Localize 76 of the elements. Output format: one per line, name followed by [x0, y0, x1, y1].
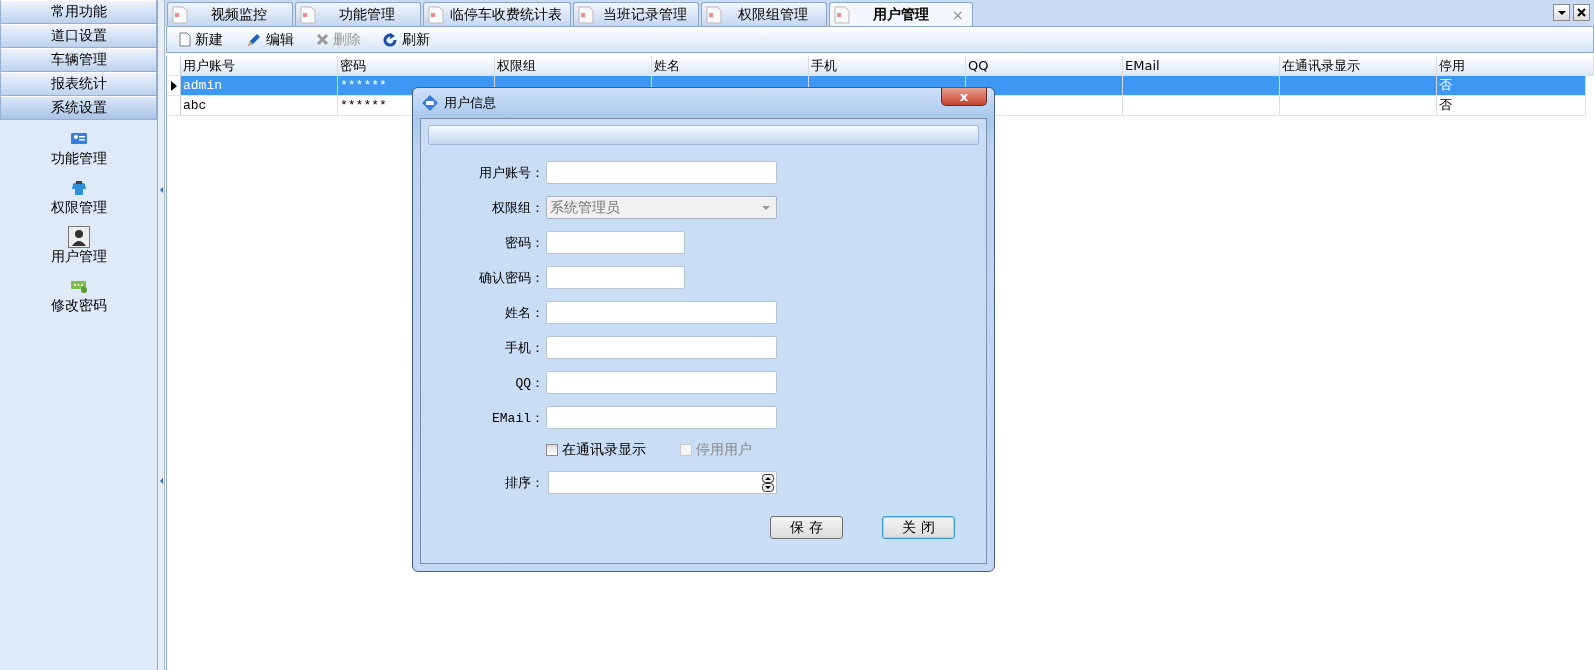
icon-frame[interactable] [67, 226, 90, 248]
table-cell: 否 [1437, 76, 1586, 95]
document-icon [179, 32, 191, 47]
field-label: 密码： [504, 234, 545, 252]
column-header[interactable]: 停用 [1437, 56, 1594, 75]
password-icon [69, 279, 88, 293]
column-header[interactable]: 姓名 [652, 56, 809, 75]
column-header[interactable]: EMail [1123, 56, 1280, 75]
text-field[interactable] [546, 371, 777, 394]
sidebar-item[interactable]: 权限管理 [50, 199, 107, 217]
column-header[interactable]: 手机 [809, 56, 966, 75]
tab[interactable]: 用户管理 × [829, 2, 973, 26]
tab[interactable]: 视频监控 [167, 2, 293, 26]
dialog-title: 用户信息 [444, 94, 496, 112]
sidebar-section[interactable]: 报表统计 [0, 72, 157, 96]
dialog-button[interactable]: 保 存 [770, 516, 843, 539]
dropdown-button[interactable] [1553, 4, 1570, 21]
tab[interactable]: 临停车收费统计表 [423, 2, 571, 26]
document-icon [834, 5, 850, 24]
text-field[interactable] [546, 301, 777, 324]
column-header[interactable]: 权限组 [495, 56, 652, 75]
toolbar-button[interactable]: 刷新 [383, 30, 430, 49]
document-icon [300, 5, 316, 24]
checkbox[interactable]: 在通讯录显示 [546, 441, 646, 459]
sidebar-item[interactable]: 用户管理 [50, 248, 107, 266]
document-icon [706, 5, 722, 24]
cross-icon [316, 33, 329, 46]
number-field[interactable] [548, 471, 777, 494]
sidebar-item[interactable]: 修改密码 [50, 297, 107, 315]
text-field[interactable] [546, 161, 777, 184]
text-field[interactable] [546, 406, 777, 429]
table-cell: abc [181, 96, 338, 115]
field-label: QQ： [514, 374, 545, 392]
toolbar-button[interactable]: 编辑 [245, 30, 294, 49]
row-header[interactable] [167, 76, 181, 95]
column-header[interactable]: 密码 [338, 56, 495, 75]
car-icon [422, 95, 438, 111]
toolbar-button[interactable]: 新建 [179, 30, 223, 49]
person-icon [69, 228, 88, 246]
sidebar-section[interactable]: 道口设置 [0, 24, 157, 48]
refresh-icon [383, 32, 398, 47]
tab[interactable]: 当班记录管理 [573, 2, 699, 26]
field-label: 权限组： [491, 199, 545, 217]
field-label: EMail： [491, 409, 545, 427]
field-label: 姓名： [504, 304, 545, 322]
sidebar-section[interactable]: 车辆管理 [0, 48, 157, 72]
field-label: 排序： [504, 474, 545, 492]
column-header[interactable]: 在通讯录显示 [1280, 56, 1437, 75]
shirt-icon [69, 180, 88, 196]
text-field[interactable] [546, 266, 685, 289]
close-button[interactable] [1573, 4, 1590, 21]
text-field[interactable] [546, 231, 685, 254]
sidebar-item[interactable]: 功能管理 [50, 150, 107, 168]
tab[interactable]: 权限组管理 [701, 2, 827, 26]
table-cell: admin [181, 76, 338, 95]
column-header[interactable]: 用户账号 [181, 56, 338, 75]
field-label: 手机： [504, 339, 545, 357]
id-card-icon [69, 132, 88, 146]
pen-icon [245, 31, 262, 48]
column-header[interactable]: QQ [966, 56, 1123, 75]
table-cell: 否 [1437, 96, 1586, 115]
document-icon [428, 5, 444, 24]
field-label: 用户账号： [478, 164, 545, 182]
dialog-button[interactable]: 关 闭 [882, 516, 955, 539]
row-pointer-icon [170, 80, 177, 91]
text-field[interactable] [546, 336, 777, 359]
document-icon [578, 5, 594, 24]
tab[interactable]: 功能管理 [295, 2, 421, 26]
corner-cell [167, 56, 181, 75]
spinner-icon[interactable] [762, 473, 774, 492]
sidebar-section[interactable]: 系统设置 [0, 96, 157, 120]
document-icon [172, 5, 188, 24]
close-tab-icon[interactable]: × [952, 6, 964, 23]
field-label: 确认密码： [478, 269, 545, 287]
close-icon [1577, 8, 1586, 17]
sidebar-section[interactable]: 常用功能 [0, 0, 157, 24]
